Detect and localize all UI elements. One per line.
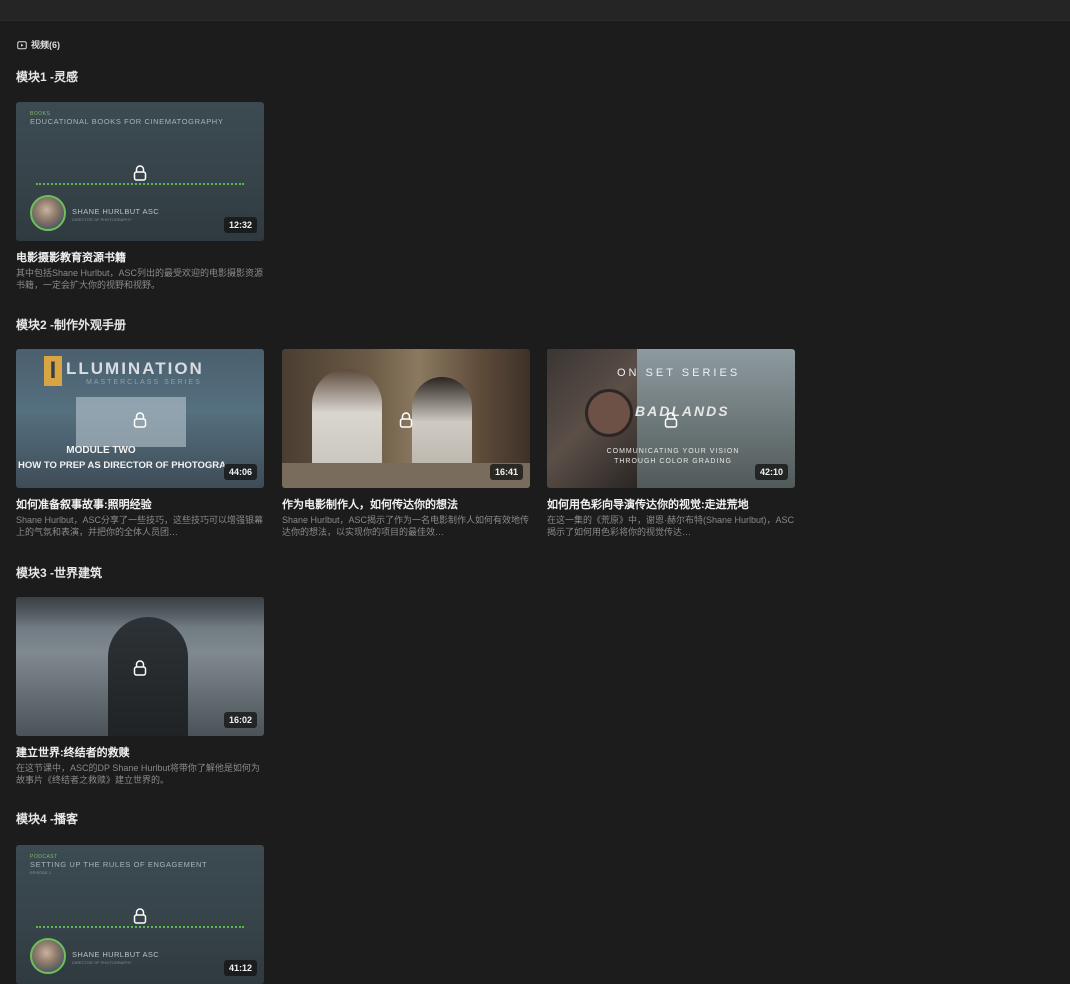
video-card[interactable]: I LLUMINATION MASTERCLASS SERIES MODULE … bbox=[16, 349, 264, 538]
thumb-divider bbox=[36, 926, 244, 928]
video-card[interactable]: 16:41 作为电影制作人，如何传达你的想法 Shane Hurlbut，ASC… bbox=[282, 349, 530, 538]
module-title: 模块4 -播客 bbox=[16, 812, 79, 826]
lock-icon bbox=[133, 412, 147, 428]
thumb-subheading: EPISODE 1 bbox=[30, 870, 52, 875]
module-title: 模块1 -灵感 bbox=[16, 70, 79, 84]
video-title[interactable]: 作为电影制作人，如何传达你的想法 bbox=[282, 496, 530, 512]
video-description: Shane Hurlbut，ASC揭示了作为一名电影制作人如何有效地传达你的想法… bbox=[282, 515, 530, 537]
lock-icon bbox=[664, 412, 678, 428]
thumb-heading: SETTING UP THE RULES OF ENGAGEMENT bbox=[30, 860, 208, 869]
thumb-divider bbox=[36, 183, 244, 185]
thumb-letter: I bbox=[44, 356, 62, 386]
video-description: 在这一集的《荒原》中，谢恩·赫尔布特(Shane Hurlbut)，ASC揭示了… bbox=[547, 515, 795, 537]
thumb-person bbox=[108, 617, 188, 736]
video-thumbnail[interactable]: BOOKS EDUCATIONAL BOOKS FOR CINEMATOGRAP… bbox=[16, 102, 264, 241]
lock-icon bbox=[133, 908, 147, 924]
thumb-caption: HOW TO PREP AS DIRECTOR OF PHOTOGRA bbox=[18, 460, 226, 471]
module-title: 模块2 -制作外观手册 bbox=[16, 318, 127, 332]
video-thumbnail[interactable]: 16:41 bbox=[282, 349, 530, 488]
video-thumbnail[interactable]: ON SET SERIES BADLANDS COMMUNICATING YOU… bbox=[547, 349, 795, 488]
duration-badge: 12:32 bbox=[223, 217, 257, 233]
thumb-word: BADLANDS bbox=[635, 403, 730, 419]
thumb-lens bbox=[585, 389, 633, 437]
thumb-series: ON SET SERIES bbox=[617, 367, 741, 379]
video-title[interactable]: 电影摄影教育资源书籍 bbox=[16, 249, 264, 265]
video-description: 在这节课中，ASC的DP Shane Hurlbut将带你了解他是如何为故事片《… bbox=[16, 763, 260, 785]
video-icon bbox=[17, 40, 27, 50]
duration-badge: 42:10 bbox=[754, 464, 788, 480]
duration-badge: 44:06 bbox=[223, 464, 257, 480]
thumb-word: LLUMINATION bbox=[66, 359, 204, 378]
lock-icon bbox=[133, 165, 147, 181]
duration-badge: 41:12 bbox=[223, 960, 257, 976]
section-label: 视频(6) bbox=[31, 40, 60, 50]
video-description: 其中包括Shane Hurlbut，ASC列出的最受欢迎的电影摄影资源书籍，一定… bbox=[16, 268, 264, 290]
video-title[interactable]: 如何用色彩向导演传达你的视觉:走进荒地 bbox=[547, 496, 795, 512]
thumb-role: DIRECTOR OF PHOTOGRAPHY bbox=[72, 217, 132, 222]
thumb-screen bbox=[76, 397, 186, 447]
thumb-name: SHANE HURLBUT ASC bbox=[72, 950, 160, 959]
thumb-series: MASTERCLASS SERIES bbox=[86, 379, 202, 386]
lock-icon bbox=[133, 660, 147, 676]
video-card[interactable]: ON SET SERIES BADLANDS COMMUNICATING YOU… bbox=[547, 349, 795, 538]
thumb-person bbox=[412, 377, 472, 477]
lock-icon bbox=[399, 412, 413, 428]
top-bar bbox=[0, 0, 1070, 21]
thumb-name: SHANE HURLBUT ASC bbox=[72, 207, 160, 216]
module-title: 模块3 -世界建筑 bbox=[16, 566, 103, 580]
video-title[interactable]: 如何准备叙事故事:照明经验 bbox=[16, 496, 264, 512]
section-header: 视频(6) bbox=[17, 38, 60, 51]
video-thumbnail[interactable]: I LLUMINATION MASTERCLASS SERIES MODULE … bbox=[16, 349, 264, 488]
duration-badge: 16:02 bbox=[223, 712, 257, 728]
thumb-heading: EDUCATIONAL BOOKS FOR CINEMATOGRAPHY bbox=[30, 117, 224, 126]
avatar bbox=[30, 195, 66, 231]
thumb-caption: COMMUNICATING YOUR VISION THROUGH COLOR … bbox=[606, 448, 740, 465]
thumb-module: MODULE TWO bbox=[66, 445, 136, 456]
avatar bbox=[30, 938, 66, 974]
video-card[interactable]: BOOKS EDUCATIONAL BOOKS FOR CINEMATOGRAP… bbox=[16, 102, 264, 291]
video-card[interactable]: 16:02 建立世界:终结者的救赎 在这节课中，ASC的DP Shane Hur… bbox=[16, 597, 264, 786]
video-description: Shane Hurlbut，ASC分享了一些技巧，这些技巧可以增强银幕上的气氛和… bbox=[16, 515, 264, 537]
video-thumbnail[interactable]: 16:02 bbox=[16, 597, 264, 736]
duration-badge: 16:41 bbox=[489, 464, 523, 480]
thumb-role: DIRECTOR OF PHOTOGRAPHY bbox=[72, 960, 132, 965]
video-title[interactable]: 建立世界:终结者的救赎 bbox=[16, 744, 264, 760]
video-card[interactable]: PODCAST SETTING UP THE RULES OF ENGAGEME… bbox=[16, 845, 264, 984]
video-thumbnail[interactable]: PODCAST SETTING UP THE RULES OF ENGAGEME… bbox=[16, 845, 264, 984]
